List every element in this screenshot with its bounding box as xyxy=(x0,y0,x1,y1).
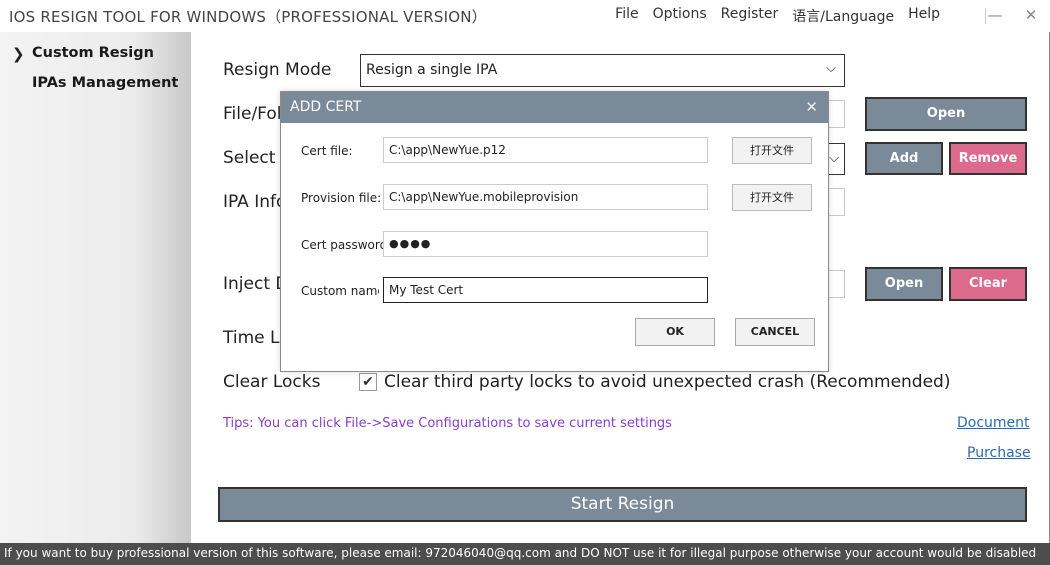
close-icon[interactable]: ✕ xyxy=(1020,4,1042,26)
clear-inject-button[interactable]: Clear xyxy=(949,267,1027,301)
chevron-right-icon: ❯ xyxy=(12,45,25,63)
minimize-icon[interactable]: — xyxy=(984,4,1006,26)
sidebar-item-ipas-management[interactable]: IPAs Management xyxy=(32,75,178,91)
ipa-info-label: IPA Info xyxy=(223,192,287,212)
cert-file-label: Cert file: xyxy=(301,144,353,158)
dialog-title: ADD CERT xyxy=(290,99,362,115)
menu-help[interactable]: Help xyxy=(908,6,940,26)
ok-button[interactable]: OK xyxy=(635,318,715,346)
cert-file-input[interactable]: C:\app\NewYue.p12 xyxy=(383,137,708,163)
add-cert-dialog: ADD CERT ✕ Cert file: C:\app\NewYue.p12 … xyxy=(280,91,829,372)
document-link[interactable]: Document xyxy=(957,415,1030,431)
chevron-down-icon: ⌵ xyxy=(829,151,839,166)
title-bar: IOS RESIGN TOOL FOR WINDOWS（PROFESSIONAL… xyxy=(0,0,1050,32)
tips-text: Tips: You can click File->Save Configura… xyxy=(223,416,672,431)
menu-language[interactable]: 语言/Language xyxy=(792,6,894,26)
cert-password-label: Cert password xyxy=(301,238,388,252)
clear-locks-label: Clear Locks xyxy=(223,372,321,392)
resign-mode-value: Resign a single IPA xyxy=(366,62,498,78)
clear-locks-checkbox[interactable]: ✔ xyxy=(359,373,377,391)
resign-mode-label: Resign Mode xyxy=(223,60,332,80)
provision-file-label: Provision file: xyxy=(301,191,382,205)
custom-name-label: Custom names xyxy=(301,284,379,298)
start-resign-button[interactable]: Start Resign xyxy=(218,487,1027,522)
menu-file[interactable]: File xyxy=(615,6,638,26)
open-file-button[interactable]: Open xyxy=(865,97,1027,131)
cancel-button[interactable]: CANCEL xyxy=(735,318,815,346)
file-folder-label: File/Fol xyxy=(223,104,282,124)
clear-locks-checkbox-label[interactable]: Clear third party locks to avoid unexpec… xyxy=(384,372,950,392)
close-icon[interactable]: ✕ xyxy=(805,98,818,116)
remove-cert-button[interactable]: Remove xyxy=(949,142,1027,175)
dialog-header: ADD CERT ✕ xyxy=(281,92,828,123)
cert-password-input[interactable]: ●●●● xyxy=(383,231,708,257)
purchase-link[interactable]: Purchase xyxy=(967,445,1031,461)
inject-dylib-label: Inject D xyxy=(223,274,289,294)
menu-register[interactable]: Register xyxy=(721,6,779,26)
sidebar: ❯ Custom Resign IPAs Management xyxy=(0,32,191,543)
resign-mode-select[interactable]: Resign a single IPA ⌵ xyxy=(360,54,845,87)
sidebar-item-custom-resign[interactable]: Custom Resign xyxy=(32,45,154,61)
app-title: IOS RESIGN TOOL FOR WINDOWS（PROFESSIONAL… xyxy=(9,8,487,26)
menu-bar: File Options Register 语言/Language Help xyxy=(615,6,940,26)
provision-open-file-button[interactable]: 打开文件 xyxy=(732,184,812,211)
provision-file-input[interactable]: C:\app\NewYue.mobileprovision xyxy=(383,184,708,210)
add-cert-button[interactable]: Add xyxy=(865,142,943,175)
custom-name-input[interactable]: My Test Cert xyxy=(383,277,708,303)
inject-open-button[interactable]: Open xyxy=(865,267,943,301)
chevron-down-icon: ⌵ xyxy=(826,61,836,76)
menu-options[interactable]: Options xyxy=(653,6,707,26)
cert-open-file-button[interactable]: 打开文件 xyxy=(732,137,812,164)
status-bar: If you want to buy professional version … xyxy=(0,543,1050,565)
